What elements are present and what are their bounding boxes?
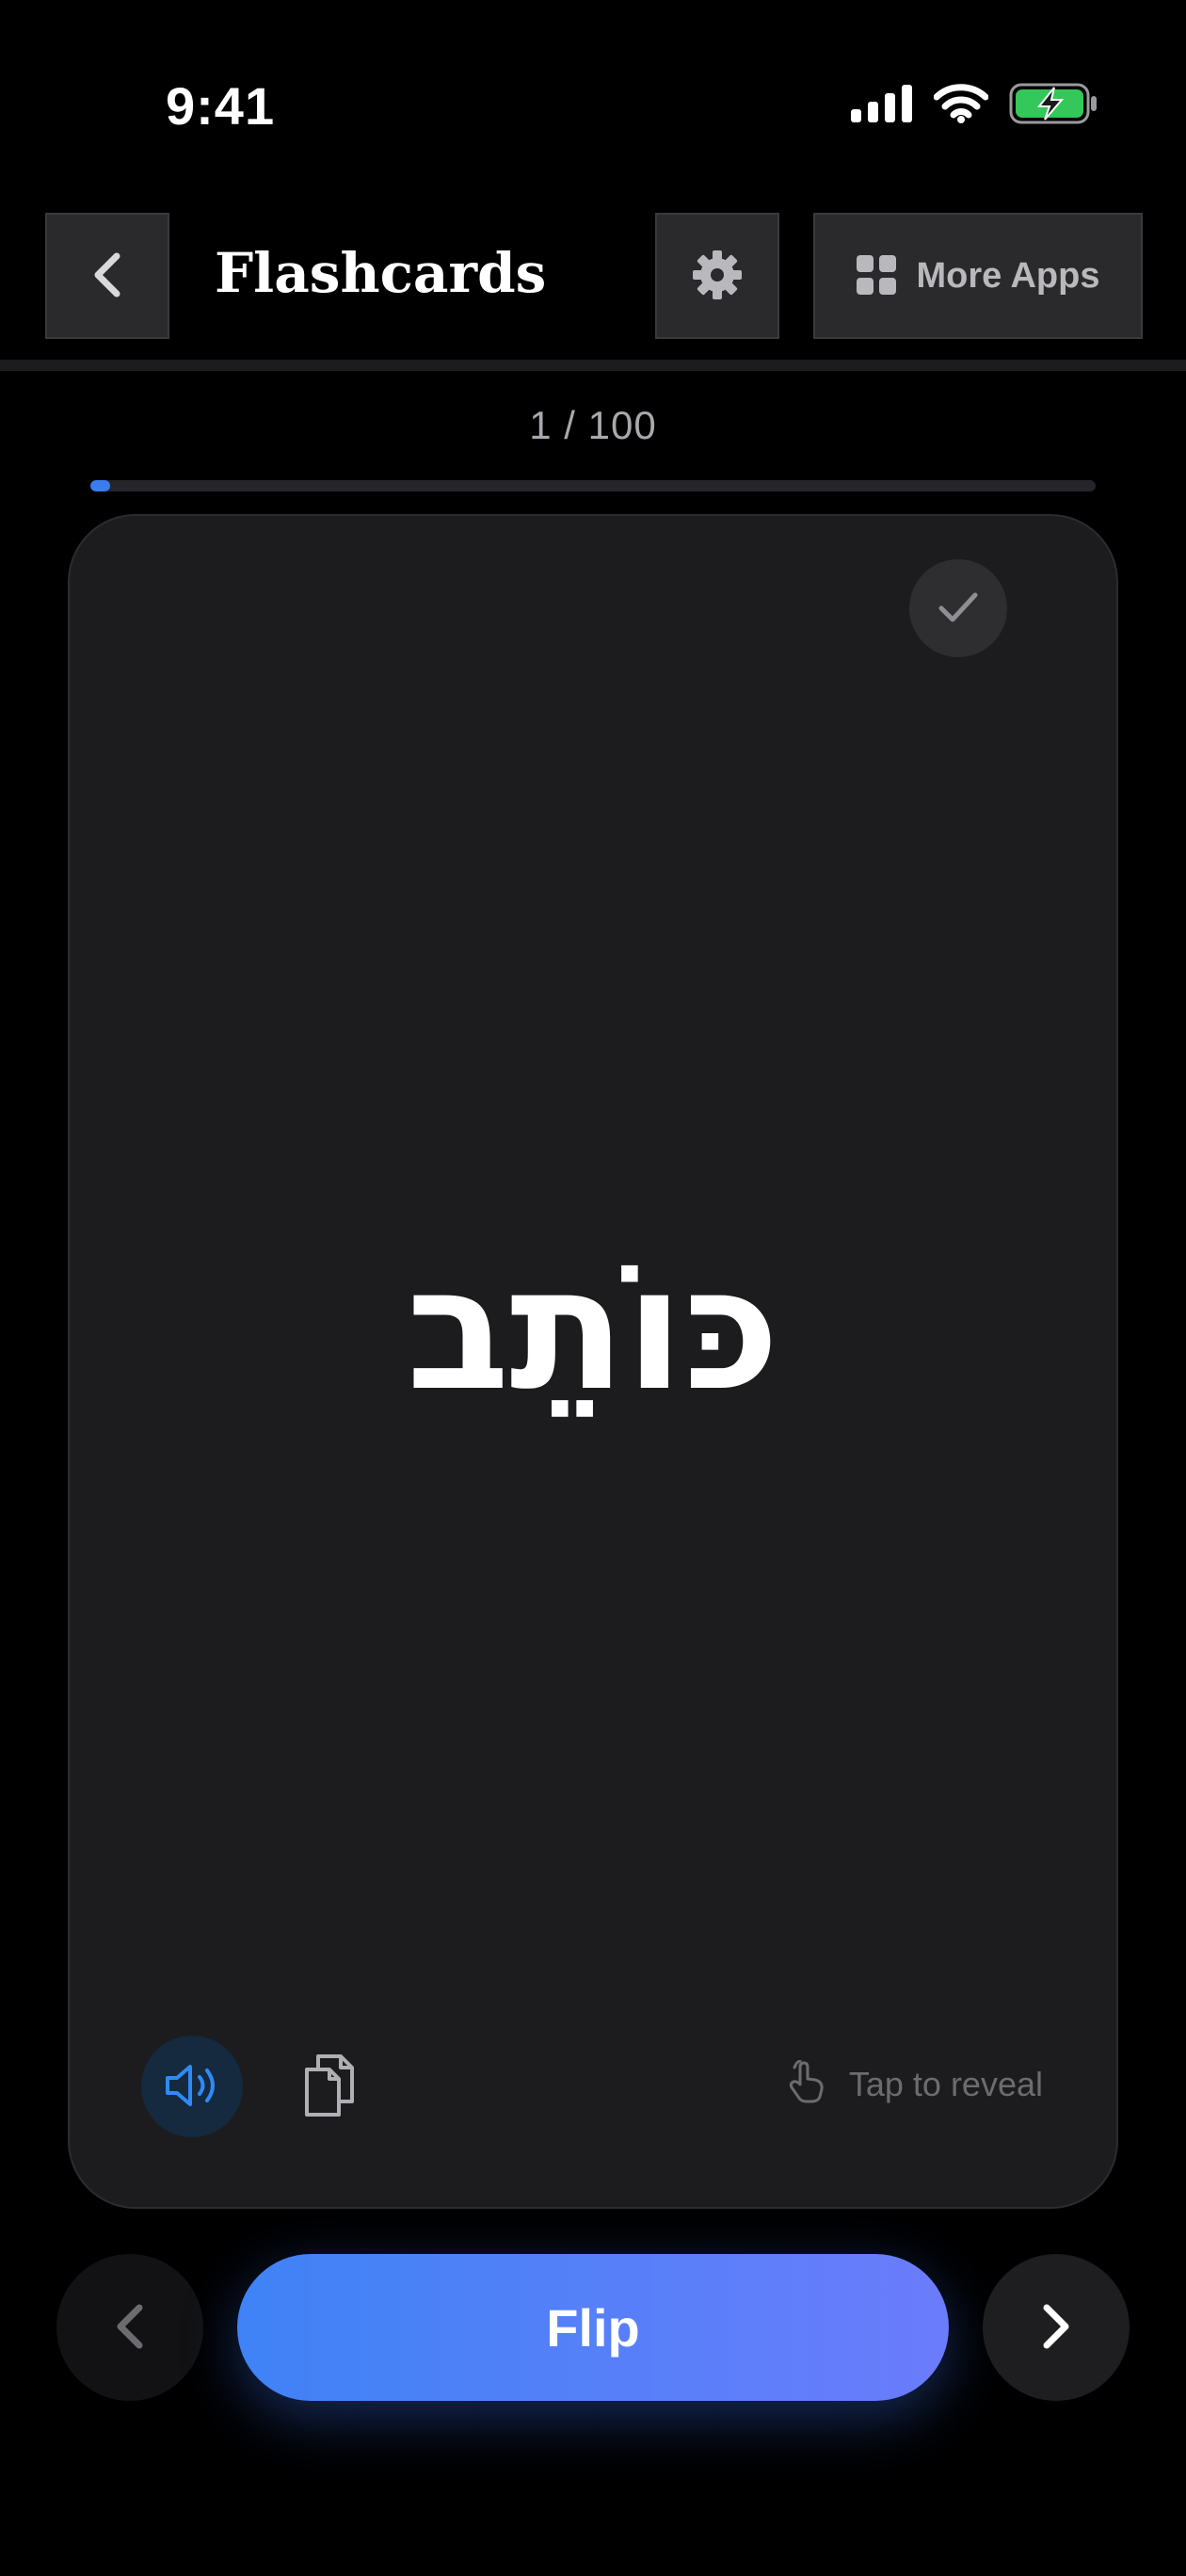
speaker-icon: [162, 2060, 222, 2114]
checkmark-icon: [938, 590, 979, 627]
progress-counter: 1 / 100: [529, 403, 657, 447]
more-apps-button[interactable]: More Apps: [813, 213, 1143, 339]
tap-hint: Tap to reveal: [787, 2059, 1043, 2108]
flip-button-label: Flip: [546, 2297, 640, 2358]
page-title: Flashcards: [215, 241, 547, 305]
tap-hint-label: Tap to reveal: [848, 2064, 1043, 2103]
tap-hand-icon: [787, 2059, 828, 2108]
audio-button[interactable]: [141, 2036, 243, 2137]
cellular-signal-icon: [851, 85, 913, 127]
status-icons: [851, 83, 1099, 129]
status-time: 9:41: [166, 76, 276, 136]
chevron-left-icon: [90, 250, 124, 302]
grid-icon: [856, 254, 896, 298]
progress-bar: [90, 480, 1096, 491]
chevron-left-icon: [113, 2301, 147, 2355]
status-bar: 9:41: [0, 0, 1186, 188]
header-divider: [0, 360, 1186, 371]
settings-button[interactable]: [655, 213, 779, 339]
previous-card-button[interactable]: [56, 2254, 203, 2401]
mark-known-button[interactable]: [909, 559, 1007, 657]
chevron-right-icon: [1039, 2301, 1073, 2355]
next-card-button[interactable]: [983, 2254, 1130, 2401]
copy-icon: [301, 2053, 358, 2121]
gear-icon: [692, 250, 743, 303]
copy-button[interactable]: [296, 2051, 363, 2122]
flashcard[interactable]: כּוֹתֵב Tap to reveal: [68, 514, 1118, 2209]
back-button[interactable]: [45, 213, 169, 339]
flip-button[interactable]: Flip: [237, 2254, 949, 2401]
card-word: כּוֹתֵב: [406, 1232, 780, 1428]
header-bar: Flashcards More Apps: [0, 213, 1186, 341]
wifi-icon: [933, 84, 989, 128]
more-apps-label: More Apps: [916, 255, 1100, 296]
progress-bar-fill: [90, 480, 111, 491]
battery-charging-icon: [1009, 83, 1099, 129]
